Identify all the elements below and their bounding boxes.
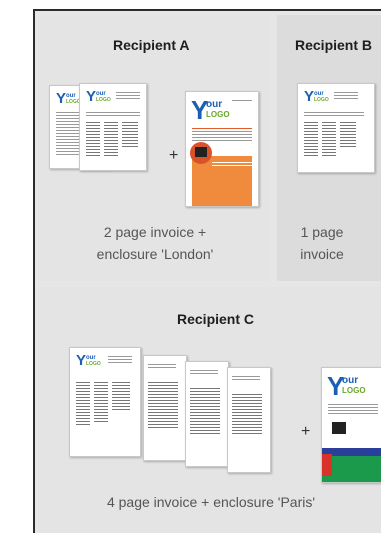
invoice-page-3 [185, 361, 229, 467]
recipient-c-title: Recipient C [177, 311, 255, 327]
enclosure-london: Y our LOGO [185, 91, 259, 207]
plus-sign: + [169, 147, 179, 164]
recipient-c-caption: 4 page invoice + enclosure 'Paris' [106, 494, 316, 510]
logo-icon: Your LOGO [56, 90, 81, 107]
recipient-b-caption: 1 page invoice [300, 224, 344, 262]
tshirt-icon [195, 147, 207, 157]
recipient-b-panel: Recipient B Your LOGO 1 page invoice [277, 15, 381, 281]
logo-icon: Your LOGO [76, 352, 101, 369]
invoice-page-2 [143, 355, 187, 461]
recipient-a-caption: 2 page invoice + enclosure 'London' [96, 224, 214, 262]
enclosure-paris: Y our LOGO [321, 367, 381, 483]
recipient-b-title: Recipient B [295, 37, 373, 53]
document-frame: Recipient A Your LOGO Your LOGO + Y our LO… [33, 9, 381, 533]
tshirt-icon [332, 422, 346, 434]
paris-red-accent [322, 454, 332, 476]
invoice-page-1: Your LOGO [79, 83, 147, 171]
logo-icon: Your LOGO [304, 88, 329, 105]
recipient-a-title: Recipient A [113, 37, 190, 53]
recipient-c-panel: Recipient C Your LOGO + Y our LOGO 4 pag… [39, 287, 381, 533]
plus-sign: + [301, 423, 311, 440]
logo-icon: Your LOGO [86, 88, 111, 105]
invoice-page-1: Your LOGO [69, 347, 141, 457]
invoice-page-1: Your LOGO [297, 83, 375, 173]
recipient-a-panel: Recipient A Your LOGO Your LOGO + Y our LO… [39, 15, 271, 281]
invoice-page-4 [227, 367, 271, 473]
